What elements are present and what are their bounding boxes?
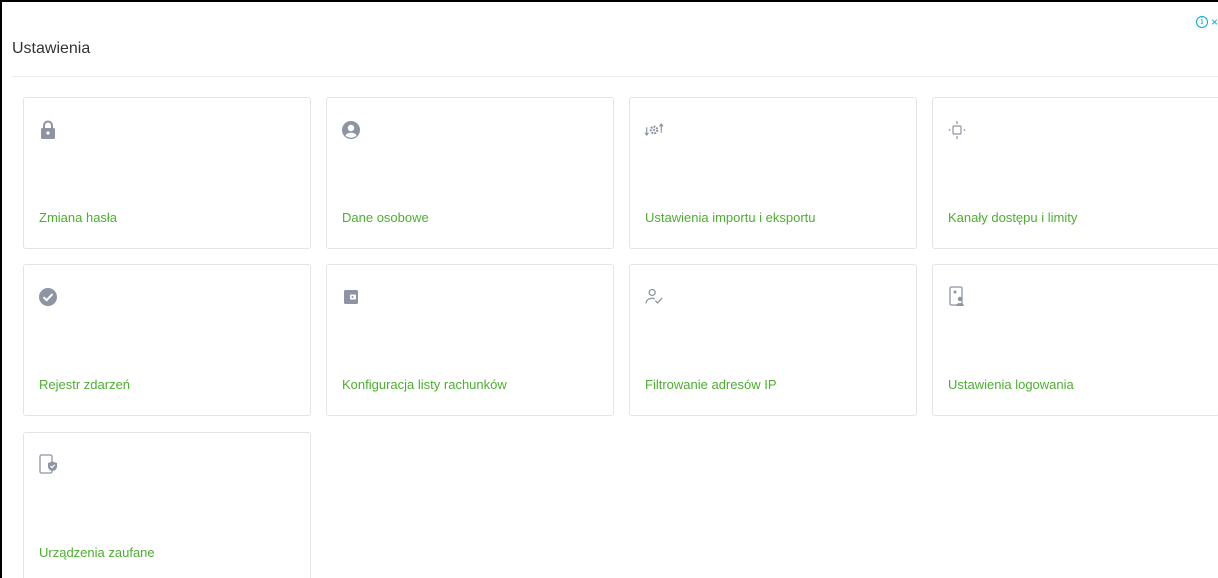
ad-controls: i × bbox=[1195, 16, 1218, 28]
tile-label: Kanały dostępu i limity bbox=[948, 210, 1078, 225]
tile-label: Urządzenia zaufane bbox=[39, 545, 155, 560]
tile-ip-filtering[interactable]: Filtrowanie adresów IP bbox=[629, 264, 917, 416]
wallet-icon bbox=[341, 287, 361, 307]
tile-account-list-config[interactable]: Konfiguracja listy rachunków bbox=[326, 264, 614, 416]
settings-window: i × Ustawienia Zmiana hasła Dane osobowe bbox=[0, 0, 1218, 578]
tile-label: Filtrowanie adresów IP bbox=[645, 377, 777, 392]
tile-label: Rejestr zdarzeń bbox=[39, 377, 131, 392]
user-circle-icon bbox=[341, 120, 361, 140]
tile-label: Ustawienia importu i eksportu bbox=[645, 210, 816, 225]
tile-login-settings[interactable]: Ustawienia logowania bbox=[932, 264, 1218, 416]
access-channels-icon bbox=[947, 120, 967, 140]
user-check-icon bbox=[644, 287, 664, 307]
device-user-icon bbox=[947, 286, 967, 307]
tile-access-channels-limits[interactable]: Kanały dostępu i limity bbox=[932, 97, 1218, 249]
tile-event-log[interactable]: Rejestr zdarzeń bbox=[23, 264, 311, 416]
page-title: Ustawienia bbox=[12, 40, 91, 57]
lock-icon bbox=[38, 120, 58, 140]
tile-label: Konfiguracja listy rachunków bbox=[342, 377, 507, 392]
tile-label: Ustawienia logowania bbox=[948, 377, 1074, 392]
tile-import-export-settings[interactable]: Ustawienia importu i eksportu bbox=[629, 97, 917, 249]
tile-label: Zmiana hasła bbox=[39, 210, 118, 225]
tile-trusted-devices[interactable]: Urządzenia zaufane bbox=[23, 432, 311, 578]
close-icon[interactable]: × bbox=[1211, 16, 1218, 28]
import-export-gear-icon bbox=[644, 120, 664, 140]
info-icon[interactable]: i bbox=[1195, 16, 1208, 28]
tile-change-password[interactable]: Zmiana hasła bbox=[23, 97, 311, 249]
device-shield-icon bbox=[38, 454, 58, 475]
tile-personal-data[interactable]: Dane osobowe bbox=[326, 97, 614, 249]
tile-label: Dane osobowe bbox=[342, 210, 429, 225]
check-circle-icon bbox=[38, 287, 58, 307]
header-divider bbox=[12, 76, 1218, 77]
